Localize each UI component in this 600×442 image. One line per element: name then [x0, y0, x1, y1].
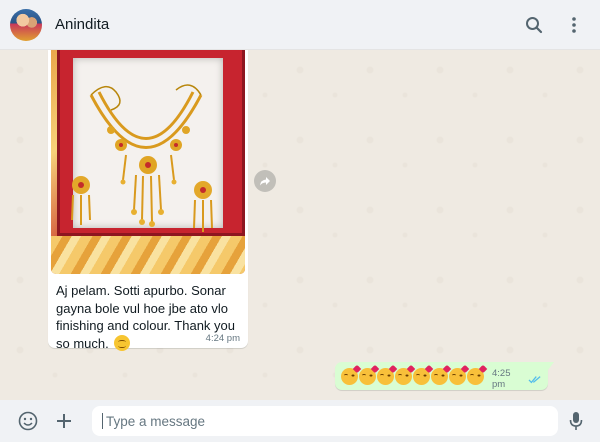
emoji-row	[341, 367, 484, 385]
face-blowing-kiss-icon	[431, 367, 448, 385]
smiling-face-icon	[114, 334, 131, 351]
emoji-icon[interactable]	[16, 409, 40, 433]
chat-header: Anindita	[0, 0, 600, 50]
jewelry-photo[interactable]	[51, 50, 245, 274]
face-blowing-kiss-icon	[377, 367, 394, 385]
message-input-container[interactable]	[92, 406, 558, 436]
outgoing-message[interactable]: 4:25 pm	[335, 362, 554, 390]
forward-icon[interactable]	[254, 170, 276, 192]
double-check-icon	[528, 375, 541, 383]
outgoing-message-meta: 4:25 pm	[492, 368, 542, 390]
outgoing-message-time: 4:25 pm	[492, 368, 511, 390]
face-blowing-kiss-icon	[359, 367, 376, 385]
face-blowing-kiss-icon	[341, 367, 358, 385]
composer-bar	[0, 400, 600, 442]
face-blowing-kiss-icon	[395, 367, 412, 385]
chat-area[interactable]: Aj pelam. Sotti apurbo. Sonar gayna bole…	[0, 50, 600, 400]
face-blowing-kiss-icon	[413, 367, 430, 385]
mic-icon[interactable]	[564, 409, 588, 433]
necklace-illustration	[71, 84, 213, 232]
plus-icon[interactable]	[52, 409, 76, 433]
menu-dots-icon[interactable]	[562, 13, 586, 37]
search-icon[interactable]	[522, 13, 546, 37]
contact-name[interactable]: Anindita	[55, 16, 109, 33]
incoming-message[interactable]: Aj pelam. Sotti apurbo. Sonar gayna bole…	[48, 50, 248, 351]
face-blowing-kiss-icon	[467, 367, 484, 385]
face-blowing-kiss-icon	[449, 367, 466, 385]
contact-avatar[interactable]	[10, 8, 42, 41]
incoming-message-time: 4:24 pm	[205, 333, 240, 344]
message-input[interactable]	[102, 413, 548, 429]
